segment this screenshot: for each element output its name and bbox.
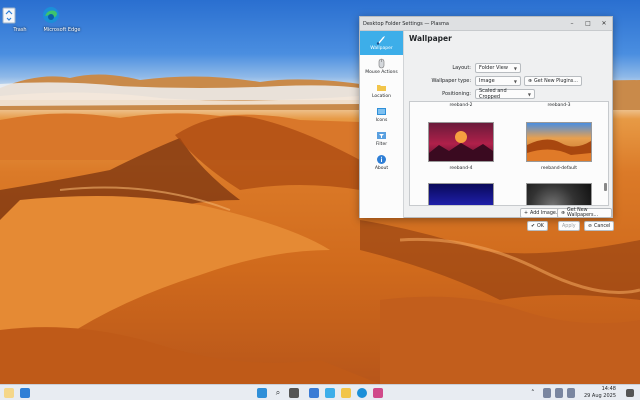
- wallpaper-type-row: Wallpaper type: Image ▼ ⊕ Get New Plugin…: [405, 76, 582, 86]
- window-title: Desktop Folder Settings — Plasma: [363, 20, 449, 27]
- maximize-button[interactable]: □: [580, 17, 596, 31]
- chevron-down-icon: ▼: [513, 78, 517, 84]
- sidebar-item-label: Icons: [375, 118, 388, 123]
- settings-sidebar: Wallpaper Mouse Actions Location Icons F…: [360, 31, 404, 218]
- layout-label: Layout:: [452, 65, 471, 71]
- store-icon[interactable]: [373, 388, 383, 398]
- wallpaper-label: reeband-2: [449, 103, 473, 108]
- positioning-value: Scaled and Cropped: [479, 88, 507, 100]
- edge-icon[interactable]: [357, 388, 367, 398]
- taskbar: ⌕ ˄ 14:48 29 Aug 2025: [0, 384, 640, 400]
- get-new-plugins-button[interactable]: ⊕ Get New Plugins...: [524, 76, 582, 86]
- sidebar-item-wallpaper[interactable]: Wallpaper: [360, 31, 403, 55]
- app-launcher-icon[interactable]: [20, 388, 30, 398]
- folder-icon: [376, 82, 387, 93]
- check-icon: ✔: [531, 223, 536, 229]
- chevron-up-icon[interactable]: ˄: [531, 388, 541, 398]
- search-icon[interactable]: ⌕: [273, 388, 283, 398]
- wallpaper-label: reeband-default: [540, 166, 578, 171]
- sidebar-item-location[interactable]: Location: [360, 79, 403, 103]
- edge-icon: [43, 6, 71, 24]
- wallpaper-thumbnail[interactable]: [526, 183, 592, 205]
- minimize-button[interactable]: –: [564, 17, 580, 31]
- desktop-icon-trash[interactable]: Trash: [0, 6, 40, 33]
- wallpaper-type-value: Image: [479, 78, 495, 84]
- plus-icon: +: [524, 210, 529, 216]
- positioning-label: Positioning:: [442, 91, 471, 97]
- network-icon[interactable]: [543, 388, 551, 398]
- sidebar-item-label: About: [374, 166, 389, 171]
- wallpaper-thumbnail-reeband-4[interactable]: [428, 122, 494, 162]
- icons-grid-icon: [376, 106, 387, 117]
- settings-gear-icon[interactable]: [309, 388, 319, 398]
- download-icon: ⊕: [561, 210, 566, 216]
- file-explorer-icon[interactable]: [341, 388, 351, 398]
- desktop-folder-settings-window: Desktop Folder Settings — Plasma – □ ✕ W…: [359, 16, 615, 231]
- layout-combobox[interactable]: Folder View ▼: [475, 63, 521, 73]
- add-image-label: Add Image...: [530, 210, 561, 216]
- taskbar-clock[interactable]: 14:48 29 Aug 2025: [584, 386, 616, 399]
- chevron-down-icon: ▼: [513, 65, 517, 71]
- download-icon: ⊕: [528, 78, 533, 84]
- get-new-plugins-label: Get New Plugins...: [534, 78, 578, 84]
- apply-button[interactable]: Apply: [558, 221, 580, 231]
- desktop-icon-label: Microsoft Edge: [43, 27, 81, 33]
- sidebar-item-mouse-actions[interactable]: Mouse Actions: [360, 55, 403, 79]
- page-title: Wallpaper: [409, 34, 452, 43]
- sidebar-item-about[interactable]: About: [360, 151, 403, 175]
- wallpaper-label: reeband-3: [547, 103, 571, 108]
- sidebar-item-label: Mouse Actions: [365, 70, 398, 75]
- ok-label: OK: [537, 223, 544, 229]
- sidebar-item-label: Wallpaper: [370, 46, 393, 51]
- trash-icon: [2, 6, 29, 24]
- sidebar-item-icons[interactable]: Icons: [360, 103, 403, 127]
- desktop-icon-label: Trash: [13, 27, 27, 33]
- sidebar-item-label: Location: [371, 94, 392, 99]
- clock-date: 29 Aug 2025: [583, 392, 616, 399]
- widgets-icon[interactable]: [4, 388, 14, 398]
- wallpaper-thumbnail-reeband-default[interactable]: [526, 122, 592, 162]
- close-button[interactable]: ✕: [596, 17, 612, 31]
- mouse-icon: [376, 58, 387, 69]
- cancel-button[interactable]: ⊘ Cancel: [584, 221, 615, 231]
- notifications-icon[interactable]: [626, 389, 634, 397]
- sidebar-item-filter[interactable]: Filter: [360, 127, 403, 151]
- get-new-wallpapers-label: Get New Wallpapers...: [567, 208, 599, 218]
- task-view-icon[interactable]: [289, 388, 299, 398]
- cancel-label: Cancel: [594, 223, 611, 229]
- desktop-icon-microsoft-edge[interactable]: Microsoft Edge: [42, 6, 82, 33]
- positioning-combobox[interactable]: Scaled and Cropped ▼: [475, 88, 535, 100]
- plasma-settings-icon[interactable]: [325, 388, 335, 398]
- layout-row: Layout: Folder View ▼: [405, 63, 521, 73]
- positioning-row: Positioning: Scaled and Cropped ▼: [405, 88, 535, 100]
- chevron-down-icon: ▼: [527, 91, 531, 97]
- gallery-scrollbar[interactable]: [604, 183, 607, 191]
- wallpaper-label: reeband-4: [449, 166, 473, 171]
- battery-icon[interactable]: [567, 388, 575, 398]
- get-new-wallpapers-button[interactable]: ⊕ Get New Wallpapers...: [557, 208, 612, 218]
- cancel-icon: ⊘: [588, 223, 593, 229]
- volume-icon[interactable]: [555, 388, 563, 398]
- wallpaper-type-label: Wallpaper type:: [431, 78, 471, 84]
- paintbrush-icon: [376, 34, 387, 45]
- windows-start-icon[interactable]: [257, 388, 267, 398]
- layout-value: Folder View: [479, 65, 508, 71]
- wallpaper-type-combobox[interactable]: Image ▼: [475, 76, 521, 86]
- wallpaper-gallery[interactable]: reeband-2 reeband-3 reeband-4 reeband-de…: [409, 101, 609, 206]
- sidebar-item-label: Filter: [375, 142, 388, 147]
- wallpaper-thumbnail[interactable]: [428, 183, 494, 205]
- settings-content: Wallpaper Layout: Folder View ▼ Wallpape…: [405, 31, 615, 231]
- window-titlebar[interactable]: Desktop Folder Settings — Plasma – □ ✕: [360, 17, 612, 31]
- apply-label: Apply: [562, 223, 576, 229]
- info-icon: [376, 154, 387, 165]
- ok-button[interactable]: ✔ OK: [527, 221, 548, 231]
- filter-icon: [376, 130, 387, 141]
